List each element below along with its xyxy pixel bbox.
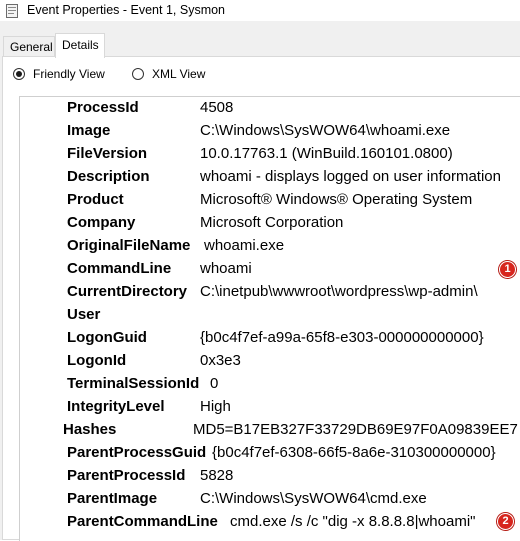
field-value: MD5=B17EB327F33729DB69E97F0A09839EE7 — [193, 421, 518, 438]
field-row-description: Description whoami - displays logged on … — [20, 168, 520, 191]
field-key: ParentImage — [67, 490, 158, 507]
annotation-badge-1: 1 — [499, 261, 516, 278]
field-key: Hashes — [63, 421, 117, 438]
field-value: C:\Windows\SysWOW64\whoami.exe — [200, 122, 451, 139]
tab-details-label: Details — [62, 38, 99, 52]
field-key: Product — [67, 191, 124, 208]
field-key: IntegrityLevel — [67, 398, 165, 415]
field-key: Company — [67, 214, 136, 231]
field-row-processid: ProcessId 4508 — [20, 99, 520, 122]
field-key: ParentCommandLine — [67, 513, 218, 530]
field-row-logonguid: LogonGuid {b0c4f7ef-a99a-65f8-e303-00000… — [20, 329, 520, 352]
tab-strip: General Details — [0, 33, 520, 58]
annotation-badge-2: 2 — [497, 513, 514, 530]
field-key: FileVersion — [67, 145, 148, 162]
field-value: whoami — [200, 260, 252, 277]
field-value: 0x3e3 — [200, 352, 241, 369]
field-value: whoami - displays logged on user informa… — [200, 168, 501, 185]
field-value: whoami.exe — [204, 237, 285, 254]
field-row-parentimage: ParentImage C:\Windows\SysWOW64\cmd.exe — [20, 490, 520, 513]
field-key: User — [67, 306, 101, 323]
field-key: LogonGuid — [67, 329, 147, 346]
field-row-hashes: Hashes MD5=B17EB327F33729DB69E97F0A09839… — [20, 421, 520, 444]
field-key: LogonId — [67, 352, 127, 369]
field-row-currentdirectory: CurrentDirectory C:\inetpub\wwwroot\word… — [20, 283, 520, 306]
field-value: {b0c4f7ef-a99a-65f8-e303-000000000000} — [200, 329, 484, 346]
xml-view-option[interactable]: XML View — [132, 67, 222, 83]
field-key: OriginalFileName — [67, 237, 191, 254]
friendly-view-radio[interactable] — [13, 68, 25, 80]
tab-details[interactable]: Details — [55, 33, 105, 58]
field-value: C:\inetpub\wwwroot\wordpress\wp-admin\ — [200, 283, 478, 300]
field-value: Microsoft® Windows® Operating System — [200, 191, 473, 208]
tab-general-label: General — [10, 40, 53, 54]
field-value: {b0c4f7ef-6308-66f5-8a6e-310300000000} — [212, 444, 496, 461]
field-row-product: Product Microsoft® Windows® Operating Sy… — [20, 191, 520, 214]
field-value: cmd.exe /s /c "dig -x 8.8.8.8|whoami" — [230, 513, 476, 530]
field-row-company: Company Microsoft Corporation — [20, 214, 520, 237]
field-row-integritylevel: IntegrityLevel High — [20, 398, 520, 421]
radio-selected-dot — [16, 71, 22, 77]
field-key: CommandLine — [67, 260, 172, 277]
field-row-terminalsessionid: TerminalSessionId 0 — [20, 375, 520, 398]
field-row-user: User — [20, 306, 520, 329]
field-row-image: Image C:\Windows\SysWOW64\whoami.exe — [20, 122, 520, 145]
field-key: ParentProcessGuid — [67, 444, 207, 461]
field-key: CurrentDirectory — [67, 283, 188, 300]
field-row-parentprocessid: ParentProcessId 5828 — [20, 467, 520, 490]
field-row-commandline: CommandLine whoami — [20, 260, 520, 283]
field-value: 5828 — [200, 467, 234, 484]
field-key: ProcessId — [67, 99, 139, 116]
field-key: TerminalSessionId — [67, 375, 200, 392]
field-row-logonid: LogonId 0x3e3 — [20, 352, 520, 375]
title-bar: Event Properties - Event 1, Sysmon — [0, 0, 520, 21]
event-viewer-icon — [6, 3, 18, 18]
xml-view-label: XML View — [152, 67, 206, 81]
field-key: ParentProcessId — [67, 467, 186, 484]
field-key: Description — [67, 168, 150, 185]
field-value: 10.0.17763.1 (WinBuild.160101.0800) — [200, 145, 453, 162]
field-value: 4508 — [200, 99, 234, 116]
xml-view-radio[interactable] — [132, 68, 144, 80]
field-row-fileversion: FileVersion 10.0.17763.1 (WinBuild.16010… — [20, 145, 520, 168]
field-row-parentprocessguid: ParentProcessGuid {b0c4f7ef-6308-66f5-8a… — [20, 444, 520, 467]
field-row-originalfilename: OriginalFileName whoami.exe — [20, 237, 520, 260]
friendly-view-option[interactable]: Friendly View — [13, 67, 113, 83]
window-title: Event Properties - Event 1, Sysmon — [27, 3, 226, 17]
field-key: Image — [67, 122, 111, 139]
field-value: 0 — [210, 375, 219, 392]
event-details-content: ProcessId 4508 Image C:\Windows\SysWOW64… — [19, 96, 520, 541]
field-row-parentcommandline: ParentCommandLine cmd.exe /s /c "dig -x … — [20, 513, 520, 536]
field-value: High — [200, 398, 231, 415]
tab-general[interactable]: General — [3, 36, 55, 56]
field-value: Microsoft Corporation — [200, 214, 344, 231]
field-value: C:\Windows\SysWOW64\cmd.exe — [200, 490, 427, 507]
friendly-view-label: Friendly View — [33, 67, 105, 81]
